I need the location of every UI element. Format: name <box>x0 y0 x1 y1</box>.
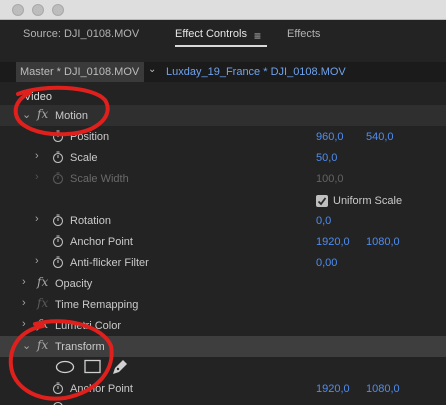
position-y-value[interactable]: 540,0 <box>366 131 394 143</box>
active-tab-indicator <box>175 45 267 47</box>
property-label: Rotation <box>70 215 111 227</box>
red-annotation-circle-motion <box>13 85 110 137</box>
property-row-anti-flicker: › Anti-flicker Filter 0,00 <box>0 252 446 273</box>
stopwatch-icon[interactable] <box>52 214 64 226</box>
position-x-value[interactable]: 960,0 <box>316 131 344 143</box>
property-label: Scale Width <box>70 173 129 185</box>
property-label: Scale <box>70 152 98 164</box>
window-titlebar <box>0 0 446 20</box>
fx-badge-icon[interactable]: fx <box>37 275 48 289</box>
scale-value[interactable]: 50,0 <box>316 152 337 164</box>
master-clip-label[interactable]: Master * DJI_0108.MOV <box>20 66 139 78</box>
chevron-down-icon[interactable]: ⌄ <box>148 64 156 75</box>
property-row-rotation: › Rotation 0,0 <box>0 210 446 231</box>
chevron-right-icon: › <box>35 171 39 183</box>
fx-badge-icon: fx <box>37 296 49 310</box>
scale-width-value: 100,0 <box>316 173 344 185</box>
property-row-scale-width: › Scale Width 100,0 <box>0 168 446 189</box>
effect-label: Opacity <box>55 278 93 290</box>
stopwatch-icon <box>52 172 64 184</box>
property-label: Anti-flicker Filter <box>70 257 149 269</box>
property-row-anchor-point: Anchor Point 1920,0 1080,0 <box>0 231 446 252</box>
effect-label: Time Remapping <box>55 299 139 311</box>
chevron-right-icon[interactable]: › <box>22 276 26 288</box>
transform-anchor-y-value[interactable]: 1080,0 <box>366 383 400 395</box>
property-row-scale: › Scale 50,0 <box>0 147 446 168</box>
tab-effects[interactable]: Effects <box>287 28 320 40</box>
anchor-y-value[interactable]: 1080,0 <box>366 236 400 248</box>
hamburger-menu-icon[interactable]: ≡ <box>254 29 261 43</box>
uniform-scale-label[interactable]: Uniform Scale <box>333 195 402 207</box>
rotation-value[interactable]: 0,0 <box>316 215 331 227</box>
chevron-right-icon[interactable]: › <box>22 297 26 309</box>
stopwatch-icon[interactable] <box>52 151 64 163</box>
effect-row-time-remapping[interactable]: › fx Time Remapping <box>0 294 446 315</box>
red-annotation-circle-transform <box>8 319 114 401</box>
zoom-window-button[interactable] <box>52 4 64 16</box>
stopwatch-icon[interactable] <box>52 235 64 247</box>
tab-effect-controls[interactable]: Effect Controls <box>175 28 247 40</box>
property-label: Anchor Point <box>70 236 133 248</box>
checkmark-icon <box>317 197 327 206</box>
transform-anchor-x-value[interactable]: 1920,0 <box>316 383 350 395</box>
uniform-scale-checkbox[interactable] <box>316 195 328 207</box>
tab-source[interactable]: Source: DJI_0108.MOV <box>23 28 139 40</box>
stopwatch-icon[interactable] <box>52 256 64 268</box>
effect-row-opacity[interactable]: › fx Opacity <box>0 273 446 294</box>
close-window-button[interactable] <box>12 4 24 16</box>
anchor-x-value[interactable]: 1920,0 <box>316 236 350 248</box>
anti-flicker-value[interactable]: 0,00 <box>316 257 337 269</box>
chevron-right-icon[interactable]: › <box>35 213 39 225</box>
chevron-right-icon[interactable]: › <box>35 255 39 267</box>
minimize-window-button[interactable] <box>32 4 44 16</box>
sequence-clip-label[interactable]: Luxday_19_France * DJI_0108.MOV <box>166 66 346 78</box>
chevron-right-icon[interactable]: › <box>35 150 39 162</box>
